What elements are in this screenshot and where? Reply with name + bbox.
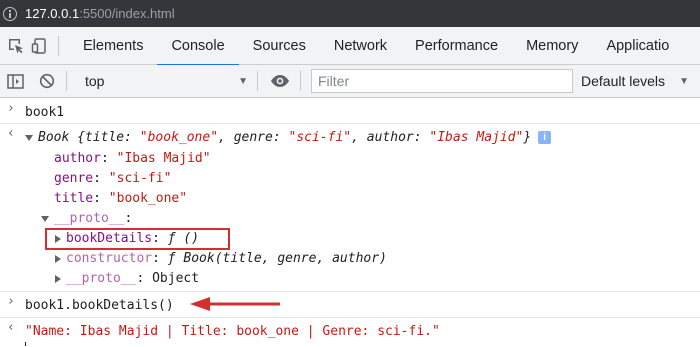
output-prompt-icon: ‹ (7, 126, 15, 141)
expand-arrow-icon[interactable] (41, 215, 49, 222)
toolbar-divider (257, 71, 258, 91)
toolbar-divider (58, 35, 59, 56)
info-badge-icon[interactable]: i (538, 131, 552, 144)
row-divider (0, 317, 700, 318)
proto-constructor-row[interactable]: constructor: ƒ Book(title, genre, author… (55, 249, 387, 269)
proto-key: __proto__ (54, 211, 125, 226)
console-result-string: "Name: Ibas Majid | Title: book_one | Ge… (25, 324, 440, 339)
row-divider (0, 291, 700, 292)
row-divider (0, 123, 700, 124)
proto-key: __proto__ (66, 271, 137, 286)
proto-row[interactable]: __proto__: (41, 209, 132, 229)
preview-close-brace: } (523, 130, 532, 145)
console-input-line: book1 (25, 103, 64, 123)
red-arrow-annotation-icon (190, 297, 280, 311)
property-key: author (54, 151, 101, 166)
sidebar-toggle-icon[interactable] (2, 73, 28, 89)
tab-sources[interactable]: Sources (239, 27, 320, 65)
property-value: "book_one" (108, 191, 188, 206)
toolbar-divider (66, 71, 67, 91)
collapse-arrow-icon[interactable] (55, 274, 61, 283)
tab-elements[interactable]: Elements (69, 27, 157, 65)
property-key: genre (54, 171, 94, 186)
input-caret[interactable] (25, 342, 26, 346)
console-toolbar: top ▼ Default levels ▼ (0, 65, 700, 98)
proto-value: Object (152, 271, 200, 286)
property-key: title (54, 191, 94, 206)
input-prompt-icon: › (7, 101, 15, 116)
property-value: "Ibas Majid" (116, 151, 211, 166)
tab-memory[interactable]: Memory (512, 27, 592, 65)
object-summary-row[interactable]: Book {title: "book_one", genre: "sci-fi"… (25, 128, 552, 148)
address-bar[interactable]: 127.0.0.1 :5500/index.html (0, 0, 700, 27)
constructor-signature: ƒ Book(title, genre, author) (167, 251, 387, 266)
constructor-key: constructor (66, 251, 153, 266)
property-genre: genre: "sci-fi" (54, 171, 172, 186)
preview-author-key: , author: (351, 130, 430, 145)
tab-network[interactable]: Network (320, 27, 401, 65)
highlight-box (45, 228, 230, 250)
object-preview-text: {title: (69, 130, 140, 145)
proto-object-row[interactable]: __proto__: Object (55, 269, 199, 289)
console-input-line: book1.bookDetails() (25, 296, 174, 316)
devtools-tab-bar: Elements Console Sources Network Perform… (0, 27, 700, 66)
caret-down-icon: ▼ (238, 75, 248, 87)
preview-title-value: "book_one" (139, 130, 219, 145)
property-author: author: "Ibas Majid" (54, 151, 211, 166)
caret-down-icon: ▼ (679, 75, 689, 87)
context-selector[interactable]: top ▼ (79, 70, 251, 92)
property-value: "sci-fi" (108, 171, 172, 186)
output-prompt-icon: ‹ (7, 320, 15, 335)
object-class-name: Book (38, 130, 70, 145)
console-output[interactable]: › book1 ‹ Book {title: "book_one", genre… (0, 99, 700, 347)
command-text: book1.bookDetails() (25, 298, 174, 313)
context-label: top (85, 73, 105, 89)
clear-console-icon[interactable] (34, 73, 60, 89)
tab-console[interactable]: Console (157, 27, 239, 66)
command-text: book1 (25, 105, 65, 120)
input-prompt-icon: › (7, 294, 15, 309)
live-expression-eye-icon[interactable] (266, 74, 294, 88)
preview-author-value: "Ibas Majid" (429, 130, 524, 145)
url-host: 127.0.0.1 (25, 6, 80, 21)
inspect-element-icon[interactable] (4, 27, 28, 65)
toolbar-divider (300, 71, 301, 91)
property-title: title: "book_one" (54, 191, 188, 206)
collapse-arrow-icon[interactable] (55, 254, 61, 263)
site-info-icon[interactable] (3, 6, 17, 21)
log-levels-label: Default levels (581, 73, 666, 89)
preview-genre-key: , genre: (218, 130, 289, 145)
tab-performance[interactable]: Performance (401, 27, 512, 65)
log-levels-dropdown[interactable]: Default levels ▼ (581, 73, 689, 89)
url-path: :5500/index.html (79, 6, 175, 21)
expand-arrow-icon[interactable] (25, 134, 33, 141)
device-toolbar-icon[interactable] (28, 27, 52, 65)
preview-genre-value: "sci-fi" (288, 130, 352, 145)
filter-input[interactable] (311, 69, 573, 93)
tab-application[interactable]: Applicatio (592, 27, 669, 65)
